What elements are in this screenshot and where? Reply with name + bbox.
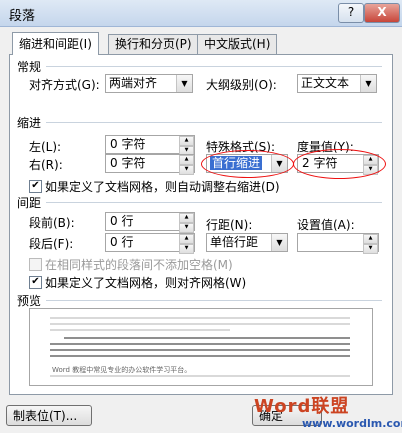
indent-divider — [46, 122, 382, 123]
chevron-down-icon[interactable]: ▼ — [176, 75, 192, 92]
preview-line — [50, 323, 350, 325]
preview-line — [50, 329, 230, 331]
preview-line — [50, 343, 350, 345]
outline-label: 大纲级别(O): — [206, 78, 277, 92]
spin-up-icon[interactable]: ▲ — [179, 234, 194, 244]
annotation-circle — [201, 150, 294, 178]
no-space-same-style-checkbox[interactable] — [29, 258, 42, 271]
spin-up-icon[interactable]: ▲ — [179, 213, 194, 223]
preview-heading: 预览 — [17, 294, 42, 308]
general-divider — [46, 66, 382, 67]
spin-up-icon[interactable]: ▲ — [179, 136, 194, 146]
snap-to-grid-label: 如果定义了文档网格，则对齐网格(W) — [45, 276, 247, 290]
preview-sample-text: Word 教程中常见专业的办公软件学习平台。 — [52, 366, 192, 374]
tab-indent-spacing[interactable]: 缩进和间距(I) — [12, 32, 99, 55]
tab-asian-typography[interactable]: 中文版式(H) — [197, 34, 278, 54]
spin-up-icon[interactable]: ▲ — [179, 155, 194, 165]
right-indent-label: 右(R): — [29, 158, 63, 172]
preview-box: Word 教程中常见专业的办公软件学习平台。 — [29, 308, 373, 386]
general-heading: 常规 — [17, 60, 42, 74]
line-spacing-select[interactable]: 单倍行距 ▼ — [206, 233, 288, 252]
right-indent-value: 0 字符 — [110, 156, 146, 170]
preview-line — [50, 375, 350, 377]
setting-label: 设置值(A): — [297, 218, 355, 232]
title-bar: 段落 ? X — [0, 0, 402, 27]
before-label: 段前(B): — [29, 216, 75, 230]
left-indent-spinner[interactable]: 0 字符 ▲ ▼ — [105, 135, 195, 156]
alignment-value: 两端对齐 — [109, 76, 158, 90]
space-before-spinner[interactable]: 0 行 ▲ ▼ — [105, 212, 195, 233]
preview-divider — [46, 300, 382, 301]
after-label: 段后(F): — [29, 237, 74, 251]
space-after-value: 0 行 — [110, 235, 134, 249]
preview-line — [64, 337, 350, 339]
outline-select[interactable]: 正文文本 ▼ — [297, 74, 377, 93]
auto-adjust-label: 如果定义了文档网格，则自动调整右缩进(D) — [45, 180, 280, 194]
spin-down-icon[interactable]: ▼ — [179, 165, 194, 175]
tab-line-page-breaks[interactable]: 换行和分页(P) — [108, 34, 199, 54]
spacing-divider — [46, 202, 382, 203]
preview-line — [50, 355, 350, 357]
preview-line — [50, 349, 350, 351]
space-after-spinner[interactable]: 0 行 ▲ ▼ — [105, 233, 195, 254]
preview-line — [50, 317, 350, 319]
watermark-url: www.wordlm.com — [302, 417, 402, 430]
indent-heading: 缩进 — [17, 116, 42, 130]
tabs-button[interactable]: 制表位(T)... — [6, 405, 92, 426]
snap-to-grid-checkbox[interactable]: ✔ — [29, 276, 42, 289]
chevron-down-icon[interactable]: ▼ — [271, 234, 287, 251]
window-title: 段落 — [9, 9, 36, 24]
chevron-down-icon[interactable]: ▼ — [360, 75, 376, 92]
line-spacing-label: 行距(N): — [206, 218, 253, 232]
spin-up-icon[interactable]: ▲ — [363, 234, 378, 244]
space-before-value: 0 行 — [110, 214, 134, 228]
line-spacing-value: 单倍行距 — [210, 235, 259, 249]
annotation-circle — [293, 149, 386, 179]
spin-down-icon[interactable]: ▼ — [179, 244, 194, 254]
no-space-same-style-label: 在相同样式的段落间不添加空格(M) — [45, 258, 233, 272]
close-button[interactable]: X — [364, 3, 400, 23]
setting-spinner[interactable]: ▲ ▼ — [297, 233, 379, 254]
spacing-heading: 间距 — [17, 196, 42, 210]
watermark-logo: Word联盟 — [254, 396, 350, 417]
left-indent-label: 左(L): — [29, 140, 62, 154]
right-indent-spinner[interactable]: 0 字符 ▲ ▼ — [105, 154, 195, 175]
outline-value: 正文文本 — [301, 76, 350, 90]
spin-down-icon[interactable]: ▼ — [179, 223, 194, 233]
auto-adjust-checkbox[interactable]: ✔ — [29, 180, 42, 193]
spin-down-icon[interactable]: ▼ — [363, 244, 378, 254]
help-button[interactable]: ? — [338, 3, 364, 23]
alignment-label: 对齐方式(G): — [29, 78, 100, 92]
left-indent-value: 0 字符 — [110, 137, 146, 151]
alignment-select[interactable]: 两端对齐 ▼ — [105, 74, 193, 93]
